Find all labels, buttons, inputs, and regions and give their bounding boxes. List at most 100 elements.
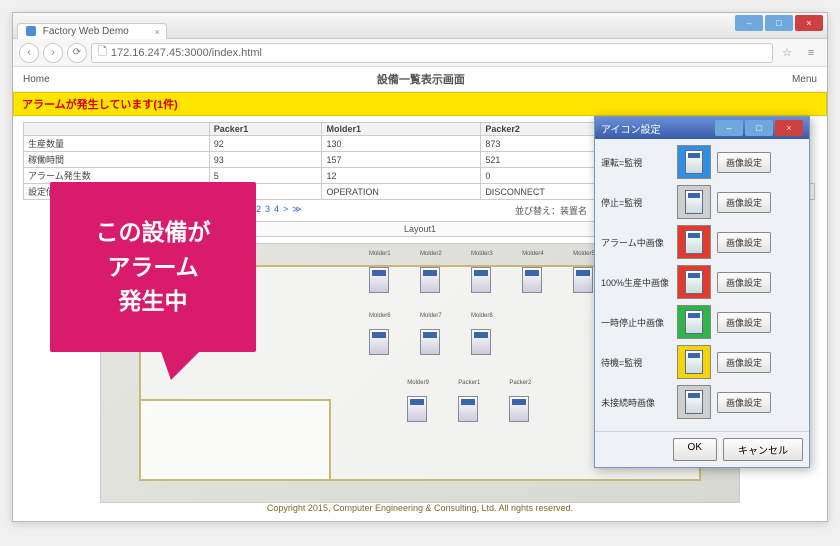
menu-link[interactable]: Menu xyxy=(792,74,817,85)
table-cell: OPERATION xyxy=(322,184,481,200)
sort-label[interactable]: 並び替え：装置名 xyxy=(515,204,587,217)
alert-banner[interactable]: アラームが発生しています(1件) xyxy=(13,92,827,116)
icon-preview xyxy=(677,225,711,259)
back-button[interactable]: ‹ xyxy=(19,43,39,63)
pager-item[interactable]: > xyxy=(283,204,288,214)
minimize-button[interactable]: – xyxy=(735,15,763,31)
machine-label: Molder9 xyxy=(407,380,429,386)
icon-state-label: アラーム中画像 xyxy=(601,236,671,249)
machine-label: Packer2 xyxy=(509,380,531,386)
image-set-button[interactable]: 画像設定 xyxy=(717,392,771,413)
address-bar: ‹ › ⟳ 🗋 172.16.247.45:3000/index.html ☆ … xyxy=(13,39,827,67)
forward-button[interactable]: › xyxy=(43,43,63,63)
icon-preview xyxy=(677,185,711,219)
icon-state-label: 100%生産中画像 xyxy=(601,276,671,289)
machine-label: Molder1 xyxy=(369,251,391,257)
tab-close-icon[interactable]: × xyxy=(155,27,160,37)
dialog-maximize-button[interactable]: □ xyxy=(745,120,773,136)
maximize-button[interactable]: □ xyxy=(765,15,793,31)
url-input[interactable]: 🗋 172.16.247.45:3000/index.html xyxy=(91,43,773,63)
table-cell: 93 xyxy=(209,152,322,168)
image-set-button[interactable]: 画像設定 xyxy=(717,312,771,333)
machine-label: Molder4 xyxy=(522,251,544,257)
ok-button[interactable]: OK xyxy=(673,438,717,461)
layout-selector[interactable]: Layout1 xyxy=(220,221,620,237)
machine-icon[interactable]: Molder4 xyxy=(522,259,556,297)
image-set-button[interactable]: 画像設定 xyxy=(717,192,771,213)
machine-icon[interactable]: Molder8 xyxy=(471,321,505,359)
reload-button[interactable]: ⟳ xyxy=(67,43,87,63)
machine-label: Molder3 xyxy=(471,251,493,257)
machine-icon[interactable]: Packer2 xyxy=(509,388,543,426)
machine-icon[interactable]: Molder3 xyxy=(471,259,505,297)
favicon-icon xyxy=(26,26,36,36)
icon-preview xyxy=(677,345,711,379)
pager-item[interactable]: 3 xyxy=(265,204,270,214)
dialog-minimize-button[interactable]: – xyxy=(715,120,743,136)
icon-settings-dialog: アイコン設定 – □ × 運転=監視画像設定停止=監視画像設定アラーム中画像画像… xyxy=(594,116,810,468)
image-set-button[interactable]: 画像設定 xyxy=(717,232,771,253)
pager-item[interactable]: 4 xyxy=(274,204,279,214)
machine-icon[interactable]: Molder6 xyxy=(369,321,403,359)
icon-setting-row: 運転=監視 画像設定 xyxy=(601,145,803,179)
titlebar: Factory Web Demo × – □ × xyxy=(13,13,827,39)
browser-tab[interactable]: Factory Web Demo × xyxy=(17,23,167,39)
dialog-footer: OK キャンセル xyxy=(595,431,809,467)
alarm-callout: この設備がアラーム発生中 xyxy=(50,182,256,352)
icon-setting-row: アラーム中画像 画像設定 xyxy=(601,225,803,259)
image-set-button[interactable]: 画像設定 xyxy=(717,352,771,373)
machine-icon[interactable]: Molder1 xyxy=(369,259,403,297)
icon-setting-row: 100%生産中画像 画像設定 xyxy=(601,265,803,299)
machine-label: Packer1 xyxy=(458,380,480,386)
machine-icon[interactable]: Molder9 xyxy=(407,388,441,426)
machine-label: Molder2 xyxy=(420,251,442,257)
machine-label: Molder8 xyxy=(471,313,493,319)
page-title: 設備一覧表示画面 xyxy=(377,71,465,87)
dialog-titlebar[interactable]: アイコン設定 – □ × xyxy=(595,117,809,139)
icon-setting-row: 未接続時画像 画像設定 xyxy=(601,385,803,419)
icon-preview xyxy=(677,305,711,339)
machine-icon[interactable]: Molder7 xyxy=(420,321,454,359)
machine-icon[interactable]: Molder2 xyxy=(420,259,454,297)
window-controls: – □ × xyxy=(735,15,823,31)
table-cell: 92 xyxy=(209,136,322,152)
dialog-body: 運転=監視画像設定停止=監視画像設定アラーム中画像画像設定100%生産中画像画像… xyxy=(595,139,809,431)
dialog-close-button[interactable]: × xyxy=(775,120,803,136)
callout-text: この設備がアラーム発生中 xyxy=(96,215,211,319)
table-header xyxy=(24,123,210,136)
table-cell: 130 xyxy=(322,136,481,152)
icon-preview xyxy=(677,385,711,419)
icon-setting-row: 待機=監視 画像設定 xyxy=(601,345,803,379)
menu-icon[interactable]: ≡ xyxy=(801,47,821,59)
tab-title: Factory Web Demo xyxy=(43,26,129,37)
close-button[interactable]: × xyxy=(795,15,823,31)
machine-label: Molder7 xyxy=(420,313,442,319)
page-header: Home 設備一覧表示画面 Menu xyxy=(13,67,827,92)
table-header: Molder1 xyxy=(322,123,481,136)
icon-state-label: 一時停止中画像 xyxy=(601,316,671,329)
bookmark-icon[interactable]: ☆ xyxy=(777,46,797,59)
image-set-button[interactable]: 画像設定 xyxy=(717,272,771,293)
copyright-footer: Copyright 2015, Computer Engineering & C… xyxy=(13,499,827,517)
cancel-button[interactable]: キャンセル xyxy=(723,438,803,461)
icon-state-label: 未接続時画像 xyxy=(601,396,671,409)
table-cell: 157 xyxy=(322,152,481,168)
machine-label: Molder5 xyxy=(573,251,595,257)
row-label: 稼働時間 xyxy=(24,152,210,168)
icon-state-label: 待機=監視 xyxy=(601,356,671,369)
machine-label: Molder6 xyxy=(369,313,391,319)
icon-state-label: 停止=監視 xyxy=(601,196,671,209)
image-set-button[interactable]: 画像設定 xyxy=(717,152,771,173)
dialog-title: アイコン設定 xyxy=(601,121,661,136)
home-link[interactable]: Home xyxy=(23,74,50,85)
pager-item[interactable]: ≫ xyxy=(292,204,301,214)
url-text: 172.16.247.45:3000/index.html xyxy=(111,47,262,59)
table-header: Packer1 xyxy=(209,123,322,136)
pager-item[interactable]: 2 xyxy=(256,204,261,214)
row-label: 生産数量 xyxy=(24,136,210,152)
icon-setting-row: 一時停止中画像 画像設定 xyxy=(601,305,803,339)
table-cell: 12 xyxy=(322,168,481,184)
machine-icon[interactable]: Packer1 xyxy=(458,388,492,426)
icon-state-label: 運転=監視 xyxy=(601,156,671,169)
icon-setting-row: 停止=監視 画像設定 xyxy=(601,185,803,219)
